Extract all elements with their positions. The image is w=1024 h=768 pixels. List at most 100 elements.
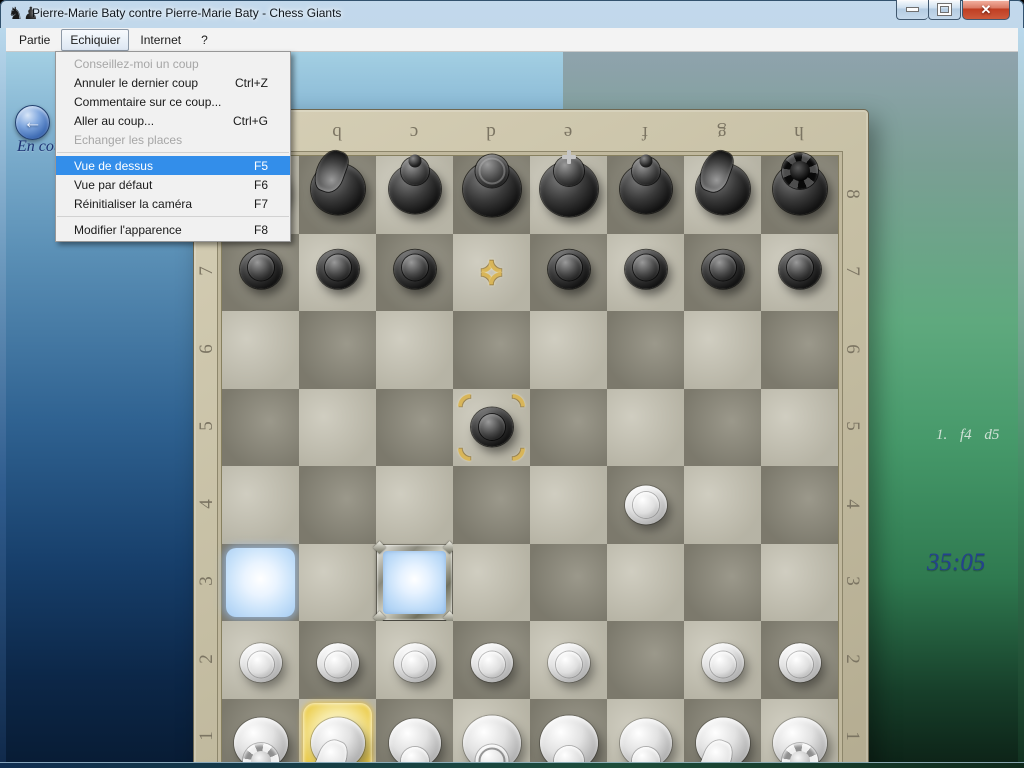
board-square-g6[interactable] bbox=[684, 311, 761, 389]
menu-item-conseillez-moi-un-coup[interactable]: Conseillez-moi un coup bbox=[56, 54, 290, 73]
board-square-f7[interactable] bbox=[607, 234, 684, 312]
board-square-a6[interactable] bbox=[222, 311, 299, 389]
menubar-item-internet[interactable]: Internet bbox=[131, 29, 190, 51]
board-square-c5[interactable] bbox=[376, 389, 453, 467]
board-square-a3[interactable] bbox=[222, 544, 299, 622]
board-square-c1[interactable] bbox=[376, 699, 453, 763]
board-square-g7[interactable] bbox=[684, 234, 761, 312]
board-square-d6[interactable] bbox=[453, 311, 530, 389]
board-square-a1[interactable] bbox=[222, 699, 299, 763]
board-square-c6[interactable] bbox=[376, 311, 453, 389]
hover-move-glow bbox=[383, 551, 446, 615]
board-square-c3[interactable] bbox=[376, 544, 453, 622]
menu-item-label: Vue de dessus bbox=[74, 159, 153, 173]
menu-item-echanger-les-places[interactable]: Echanger les places bbox=[56, 130, 290, 149]
board-square-c2[interactable] bbox=[376, 621, 453, 699]
board-square-e7[interactable] bbox=[530, 234, 607, 312]
board-square-d4[interactable] bbox=[453, 466, 530, 544]
rank-label-left: 3 bbox=[196, 577, 218, 587]
board-square-d5[interactable] bbox=[453, 389, 530, 467]
board-square-h3[interactable] bbox=[761, 544, 838, 622]
board-square-f1[interactable] bbox=[607, 699, 684, 763]
rank-label-right: 5 bbox=[841, 422, 863, 432]
menu-item-shortcut: Ctrl+Z bbox=[235, 76, 268, 90]
board-square-c8[interactable] bbox=[376, 156, 453, 234]
board-square-a4[interactable] bbox=[222, 466, 299, 544]
board-square-e4[interactable] bbox=[530, 466, 607, 544]
board-square-g3[interactable] bbox=[684, 544, 761, 622]
board-square-h5[interactable] bbox=[761, 389, 838, 467]
board-square-b2[interactable] bbox=[299, 621, 376, 699]
board-square-c7[interactable] bbox=[376, 234, 453, 312]
menu-item-vue-par-d-faut[interactable]: Vue par défautF6 bbox=[56, 175, 290, 194]
board-square-g4[interactable] bbox=[684, 466, 761, 544]
board-square-b6[interactable] bbox=[299, 311, 376, 389]
board-square-g1[interactable] bbox=[684, 699, 761, 763]
board-square-f8[interactable] bbox=[607, 156, 684, 234]
menu-item-modifier-l-apparence[interactable]: Modifier l'apparenceF8 bbox=[56, 220, 290, 239]
board-square-h6[interactable] bbox=[761, 311, 838, 389]
back-button[interactable]: ← bbox=[15, 105, 50, 140]
rank-label-right: 8 bbox=[841, 189, 863, 199]
rank-label-right: 4 bbox=[841, 499, 863, 509]
menu-item-commentaire-sur-ce-coup[interactable]: Commentaire sur ce coup... bbox=[56, 92, 290, 111]
board-square-b4[interactable] bbox=[299, 466, 376, 544]
menubar-item-partie[interactable]: Partie bbox=[10, 29, 59, 51]
board-square-h7[interactable] bbox=[761, 234, 838, 312]
menu-item-vue-de-dessus[interactable]: Vue de dessusF5 bbox=[56, 156, 290, 175]
board-square-h2[interactable] bbox=[761, 621, 838, 699]
menubar-item-help[interactable]: ? bbox=[192, 29, 217, 51]
menu-item-annuler-le-dernier-coup[interactable]: Annuler le dernier coupCtrl+Z bbox=[56, 73, 290, 92]
board-square-a2[interactable] bbox=[222, 621, 299, 699]
board-square-g8[interactable] bbox=[684, 156, 761, 234]
close-button[interactable]: ✕ bbox=[962, 0, 1010, 20]
title-bar[interactable]: ♞♟ Pierre-Marie Baty contre Pierre-Marie… bbox=[0, 0, 1024, 28]
board-square-e3[interactable] bbox=[530, 544, 607, 622]
menu-item-label: Conseillez-moi un coup bbox=[74, 57, 199, 71]
board-square-b8[interactable] bbox=[299, 156, 376, 234]
board-square-e2[interactable] bbox=[530, 621, 607, 699]
board-square-h8[interactable] bbox=[761, 156, 838, 234]
board-square-d7[interactable] bbox=[453, 234, 530, 312]
queen-coronet-ring bbox=[478, 157, 505, 184]
piece-head bbox=[248, 255, 274, 281]
board-square-b3[interactable] bbox=[299, 544, 376, 622]
board-square-d3[interactable] bbox=[453, 544, 530, 622]
board-square-f2[interactable] bbox=[607, 621, 684, 699]
board-square-c4[interactable] bbox=[376, 466, 453, 544]
board-square-a7[interactable] bbox=[222, 234, 299, 312]
menu-item-shortcut: F7 bbox=[254, 197, 268, 211]
rank-label-right: 2 bbox=[841, 654, 863, 664]
bishop-tip bbox=[408, 154, 421, 167]
board-square-e8[interactable] bbox=[530, 156, 607, 234]
rook-crown-hole bbox=[790, 161, 810, 181]
board-square-d1[interactable] bbox=[453, 699, 530, 763]
board-square-b1[interactable] bbox=[299, 699, 376, 763]
board-square-f5[interactable] bbox=[607, 389, 684, 467]
app-icon: ♞♟ bbox=[8, 4, 28, 24]
board-square-g2[interactable] bbox=[684, 621, 761, 699]
board-square-h4[interactable] bbox=[761, 466, 838, 544]
rank-label-left: 5 bbox=[196, 422, 218, 432]
board-square-h1[interactable] bbox=[761, 699, 838, 763]
board-square-e6[interactable] bbox=[530, 311, 607, 389]
board-square-f3[interactable] bbox=[607, 544, 684, 622]
board-square-a5[interactable] bbox=[222, 389, 299, 467]
maximize-button[interactable] bbox=[928, 0, 961, 20]
board-square-e1[interactable] bbox=[530, 699, 607, 763]
menu-item-aller-au-coup[interactable]: Aller au coup...Ctrl+G bbox=[56, 111, 290, 130]
board-square-f6[interactable] bbox=[607, 311, 684, 389]
board-square-f4[interactable] bbox=[607, 466, 684, 544]
piece-head bbox=[248, 651, 274, 677]
board-square-g5[interactable] bbox=[684, 389, 761, 467]
board-square-b7[interactable] bbox=[299, 234, 376, 312]
menu-item-r-initialiser-la-cam-ra[interactable]: Réinitialiser la caméraF7 bbox=[56, 194, 290, 213]
minimize-button[interactable] bbox=[896, 0, 928, 20]
board-square-b5[interactable] bbox=[299, 389, 376, 467]
piece-head bbox=[556, 255, 582, 281]
board-square-d8[interactable] bbox=[453, 156, 530, 234]
menubar-item-echiquier[interactable]: Echiquier bbox=[61, 29, 129, 51]
board-square-e5[interactable] bbox=[530, 389, 607, 467]
board-square-d2[interactable] bbox=[453, 621, 530, 699]
rank-label-left: 6 bbox=[196, 344, 218, 354]
